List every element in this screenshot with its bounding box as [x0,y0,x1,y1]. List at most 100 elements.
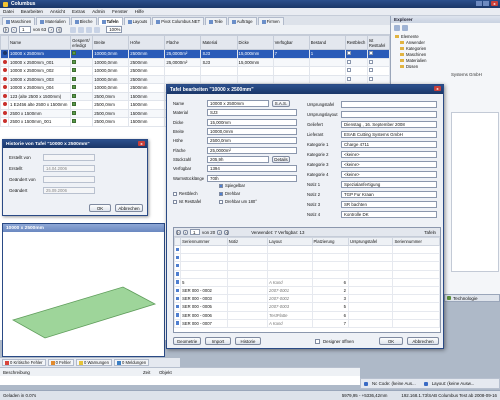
edit-check[interactable]: Spiegelbar [219,183,245,188]
edit-check[interactable]: Restblech [173,191,198,196]
history-value[interactable]: 25.09.2006 [43,187,95,194]
message-tab[interactable]: 0 Kritische Fehler [2,359,46,366]
tab-item[interactable]: Firmen [257,17,284,25]
minimize-icon[interactable] [476,1,482,6]
checked-box-icon[interactable] [219,183,223,188]
serial-header-cell[interactable]: Seriennummer [392,237,440,246]
filter-icon[interactable] [402,25,408,31]
edit-cancel-button[interactable]: Abbrechen [407,337,439,345]
checked-box-icon[interactable] [175,255,180,260]
flag-checkbox[interactable] [368,68,373,73]
history-close-icon[interactable]: x [138,141,145,146]
checked-box-icon[interactable] [175,247,180,252]
grid-header-cell[interactable]: Breite [92,35,130,50]
tab-item[interactable]: Teile [205,17,227,25]
edit-check[interactable]: Drehbar [219,191,240,196]
table-row[interactable]: 10000 x 2500mm 10000,0mm 2500mm 25,0000m² SJ… [0,49,390,59]
checked-box-icon[interactable] [175,304,180,309]
serial-row[interactable]: SER 000 - 0006 TestPlatte 6 [173,310,440,320]
edit-field-input[interactable]: 70th [207,174,297,182]
tab-item[interactable]: Maschinen [2,17,36,25]
done-checkbox[interactable] [72,76,77,81]
done-checkbox[interactable] [72,93,77,98]
table-row[interactable]: 10000 x 2500mm_002 10000,0mm 2500mm [0,66,390,76]
serial-row[interactable]: SER 000 - 0003 2007-0002 3 [173,294,440,304]
zoom-select[interactable]: 100% [106,26,123,33]
serial-header-cell[interactable]: Platzierung [311,237,349,246]
message-header-cell[interactable]: Zeit [140,370,156,375]
message-header-cell[interactable]: Beschreibung [0,370,140,375]
technology-tab[interactable]: Technologie [444,294,500,302]
serial-header-cell[interactable]: Notiz [226,237,269,246]
print-icon[interactable] [94,26,101,33]
edit-field-input[interactable]: 205,9h [207,155,269,163]
edit-right-input[interactable]: Dienstag , 16. September 2008 [341,120,437,128]
serial-next-button[interactable]: › [217,229,223,235]
grid-header-cell[interactable]: Verfügbar [272,35,310,50]
message-header-cell[interactable]: Objekt [156,370,196,375]
history-cancel-button[interactable]: Abbrechen [115,204,143,212]
import-button[interactable]: Import [205,337,231,345]
serial-row[interactable]: SER 000 - 0005 2007-0003 5 [173,302,440,312]
serial-first-button[interactable]: |‹ [176,229,181,235]
page-input[interactable]: 1 [19,26,31,33]
edit-field-button[interactable]: Details [272,155,290,163]
grid-header-cell[interactable]: Dicke [236,35,274,50]
history-button[interactable]: Historie [235,337,261,345]
prev-page-button[interactable]: ‹ [11,26,17,33]
edit-field-input[interactable]: 15,000mm [207,118,297,126]
done-checkbox[interactable] [72,85,77,90]
grid-header-cell[interactable]: Gesperrt/ erledigt [70,35,94,50]
flag-checkbox[interactable] [368,51,373,56]
serial-row[interactable]: SER 000 - 0007 A Kand 7 [173,318,440,328]
done-checkbox[interactable] [72,59,77,64]
checked-box-icon[interactable] [175,263,180,268]
table-row[interactable]: 10000 x 2500mm_003 10000,0mm 2500mm [0,74,390,84]
tab-item[interactable]: Tafeln [97,17,123,25]
flag-checkbox[interactable] [346,59,351,64]
edit-field-input[interactable]: 10000,0mm [207,128,297,136]
menu-item[interactable]: Bearbeiten [21,9,43,14]
history-value[interactable]: 14.04.2006 [43,165,95,172]
preview-canvas[interactable] [3,232,164,356]
done-checkbox[interactable] [72,68,77,73]
grid-header-cell[interactable]: Bestand [308,35,346,50]
edit-right-input[interactable]: <keine> [341,170,437,178]
serial-row[interactable] [173,244,440,255]
done-checkbox[interactable] [72,110,77,115]
table-row[interactable]: 10000 x 2500mm_001 10000,0mm 2500mm 25,0000… [0,57,390,67]
grid-header-cell[interactable]: Material [200,35,238,50]
menu-item[interactable]: Datei [3,9,14,14]
explorer-item[interactable]: Düsen [395,63,500,69]
geometry-button[interactable]: Geometrie [173,337,201,345]
tab-item[interactable]: Pivot Columbus.NET [152,17,205,25]
grid-header-cell[interactable]: Name [8,35,72,50]
checked-box-icon[interactable] [175,280,180,284]
serial-header-cell[interactable]: Seriennummer [180,237,228,246]
edit-check[interactable]: Drehbar um 180° [219,199,257,204]
close-icon[interactable]: x [491,1,498,6]
message-tab[interactable]: 0 Warnungen [75,359,112,366]
checked-box-icon[interactable] [175,296,180,301]
delete-icon[interactable] [86,26,93,33]
history-value[interactable] [43,154,95,161]
checked-box-icon[interactable] [175,313,180,317]
edit-field-input[interactable]: 10000 x 2500mm [207,100,269,108]
refresh-icon[interactable] [394,25,400,31]
edit-icon[interactable] [78,26,85,33]
serial-row[interactable]: SER 000 - 0002 2007-0001 2 [173,285,440,296]
tab-item[interactable]: Bleche [70,17,97,25]
edit-right-input[interactable]: Spezialanfertigung [341,180,437,188]
last-page-button[interactable]: ›| [56,26,63,33]
flag-checkbox[interactable] [368,59,373,64]
serial-row[interactable]: 5 A Kand 6 [173,277,440,287]
next-page-button[interactable]: › [48,26,55,33]
tab-item[interactable]: Aufträge [227,17,257,25]
unchecked-box-icon[interactable] [173,199,177,204]
checked-box-icon[interactable] [175,321,180,325]
edit-right-input[interactable]: Charge 4711 [341,140,437,148]
checked-box-icon[interactable] [175,272,180,276]
flag-checkbox[interactable] [368,76,373,81]
edit-right-input[interactable]: SR bachten [341,200,437,208]
edit-field-input[interactable]: 1394 [207,165,297,173]
